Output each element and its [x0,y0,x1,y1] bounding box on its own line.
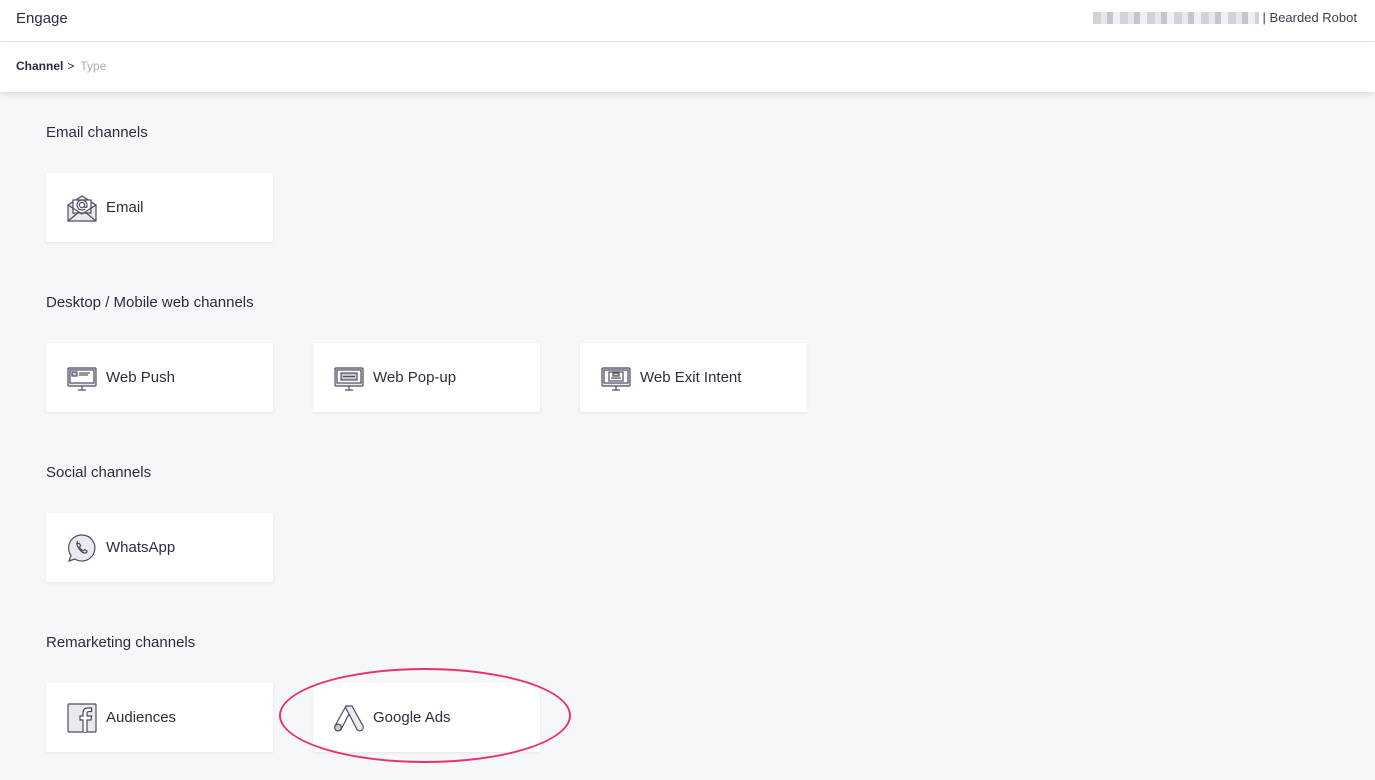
channel-label: Audiences [106,709,177,726]
channel-card-web-exit-intent[interactable]: Web Exit Intent [580,343,807,412]
breadcrumb-bar: Channel > Type [0,42,1375,92]
channel-card-whatsapp[interactable]: WhatsApp [46,513,273,582]
monitor-popup-icon [333,362,365,394]
channel-label: WhatsApp [106,539,176,556]
section-title-email: Email channels [46,124,148,141]
breadcrumb: Channel > Type [16,59,106,73]
whatsapp-icon [66,532,98,564]
top-bar: Engage | Bearded Robot [0,0,1375,42]
section-title-web: Desktop / Mobile web channels [46,294,254,311]
breadcrumb-channel[interactable]: Channel [16,59,63,73]
section-title-social: Social channels [46,464,152,481]
channel-card-web-push[interactable]: Web Push [46,343,273,412]
channel-card-audiences[interactable]: Audiences [46,683,273,752]
section-title-remarketing: Remarketing channels [46,634,196,651]
breadcrumb-separator: > [67,59,75,73]
breadcrumb-type: Type [80,59,107,73]
google-ads-icon [333,702,365,734]
channel-label: Web Push [106,369,175,386]
channel-card-email[interactable]: Email [46,173,273,242]
email-envelope-icon [66,192,98,224]
account-name: | Bearded Robot [1262,10,1357,25]
channel-card-google-ads[interactable]: Google Ads [313,683,540,752]
monitor-push-icon [66,362,98,394]
facebook-icon [66,702,98,734]
app-title: Engage [16,10,68,27]
account-menu[interactable]: | Bearded Robot [1092,10,1357,25]
monitor-exit-icon [600,362,632,394]
channel-label: Web Pop-up [373,369,457,386]
account-id-redacted [1092,11,1259,24]
channel-label: Email [106,199,144,216]
channel-label: Google Ads [373,709,451,726]
channel-label: Web Exit Intent [640,369,742,386]
channel-card-web-popup[interactable]: Web Pop-up [313,343,540,412]
